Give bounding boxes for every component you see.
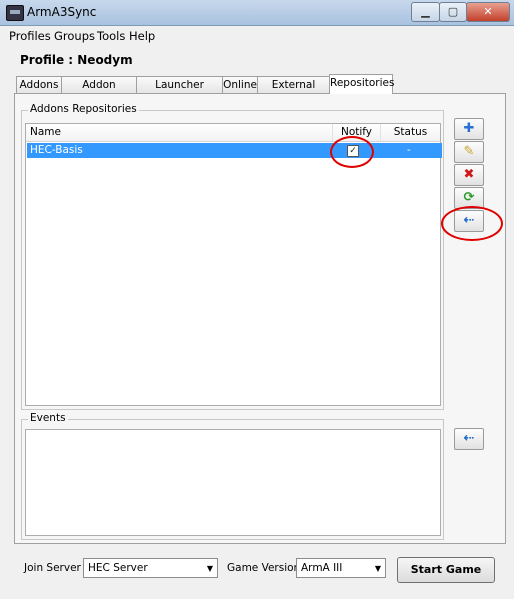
join-server-value: HEC Server <box>88 562 148 574</box>
start-game-button[interactable]: Start Game <box>397 557 495 583</box>
sync-icon: ⟳ <box>463 190 475 205</box>
add-repository-button[interactable]: ✚ <box>454 118 484 140</box>
addons-repositories-group: Addons Repositories Name Notify Status H… <box>21 103 444 410</box>
join-server-label: Join Server <box>24 562 81 574</box>
annotation-circle-connect <box>441 206 503 241</box>
tab-addons[interactable]: Addons <box>16 76 62 94</box>
annotation-circle-notify <box>330 136 374 168</box>
close-icon: ✕ <box>483 5 493 18</box>
edit-repository-button[interactable]: ✎ <box>454 141 484 163</box>
maximize-icon: ▢ <box>447 5 459 18</box>
events-connect-button[interactable]: ⇠ <box>454 428 484 450</box>
tab-repositories[interactable]: Repositories <box>329 74 394 94</box>
profile-label: Profile : Neodym <box>20 53 133 67</box>
menu-profiles[interactable]: Profiles <box>9 29 51 43</box>
tab-online[interactable]: Online <box>222 76 258 94</box>
column-header-name[interactable]: Name <box>26 124 333 142</box>
events-group: Events <box>21 412 444 540</box>
delete-icon: ✖ <box>463 167 475 182</box>
add-icon: ✚ <box>463 121 475 136</box>
minimize-button[interactable]: ▁ <box>411 2 440 22</box>
close-button[interactable]: ✕ <box>466 2 510 22</box>
menu-help[interactable]: Help <box>129 29 155 43</box>
addons-repositories-title: Addons Repositories <box>28 103 139 115</box>
edit-icon: ✎ <box>463 144 475 159</box>
game-version-label: Game Version <box>227 562 301 574</box>
events-title: Events <box>28 412 68 424</box>
tab-external-apps[interactable]: External Apps <box>257 76 330 107</box>
chevron-down-icon: ▼ <box>206 564 213 573</box>
tab-addon-options[interactable]: Addon Options <box>61 76 137 107</box>
events-list[interactable] <box>25 429 441 536</box>
connect-icon: ⇠ <box>463 431 475 446</box>
delete-repository-button[interactable]: ✖ <box>454 164 484 186</box>
tab-launcher-options[interactable]: Launcher Options <box>136 76 223 107</box>
game-version-select[interactable]: ArmA III ▼ <box>296 558 386 578</box>
repository-name: HEC-Basis <box>30 144 83 156</box>
repositories-panel: Addons Repositories Name Notify Status H… <box>14 93 506 544</box>
window-title: ArmA3Sync <box>27 5 97 19</box>
maximize-button[interactable]: ▢ <box>439 2 467 22</box>
join-server-select[interactable]: HEC Server ▼ <box>83 558 218 578</box>
minimize-icon: ▁ <box>421 5 430 18</box>
menu-bar: Profiles Groups Tools Help <box>0 26 514 46</box>
menu-tools[interactable]: Tools <box>97 29 125 43</box>
menu-groups[interactable]: Groups <box>54 29 95 43</box>
game-version-value: ArmA III <box>301 562 343 574</box>
repository-status: - <box>407 144 411 156</box>
table-row[interactable]: HEC-Basis ✓ - <box>27 143 442 158</box>
chevron-down-icon: ▼ <box>374 564 381 573</box>
app-icon <box>6 5 24 21</box>
column-header-status[interactable]: Status <box>381 124 440 142</box>
title-bar: ArmA3Sync ▁ ▢ ✕ <box>0 0 514 26</box>
repositories-table[interactable]: Name Notify Status HEC-Basis ✓ - <box>25 123 442 406</box>
